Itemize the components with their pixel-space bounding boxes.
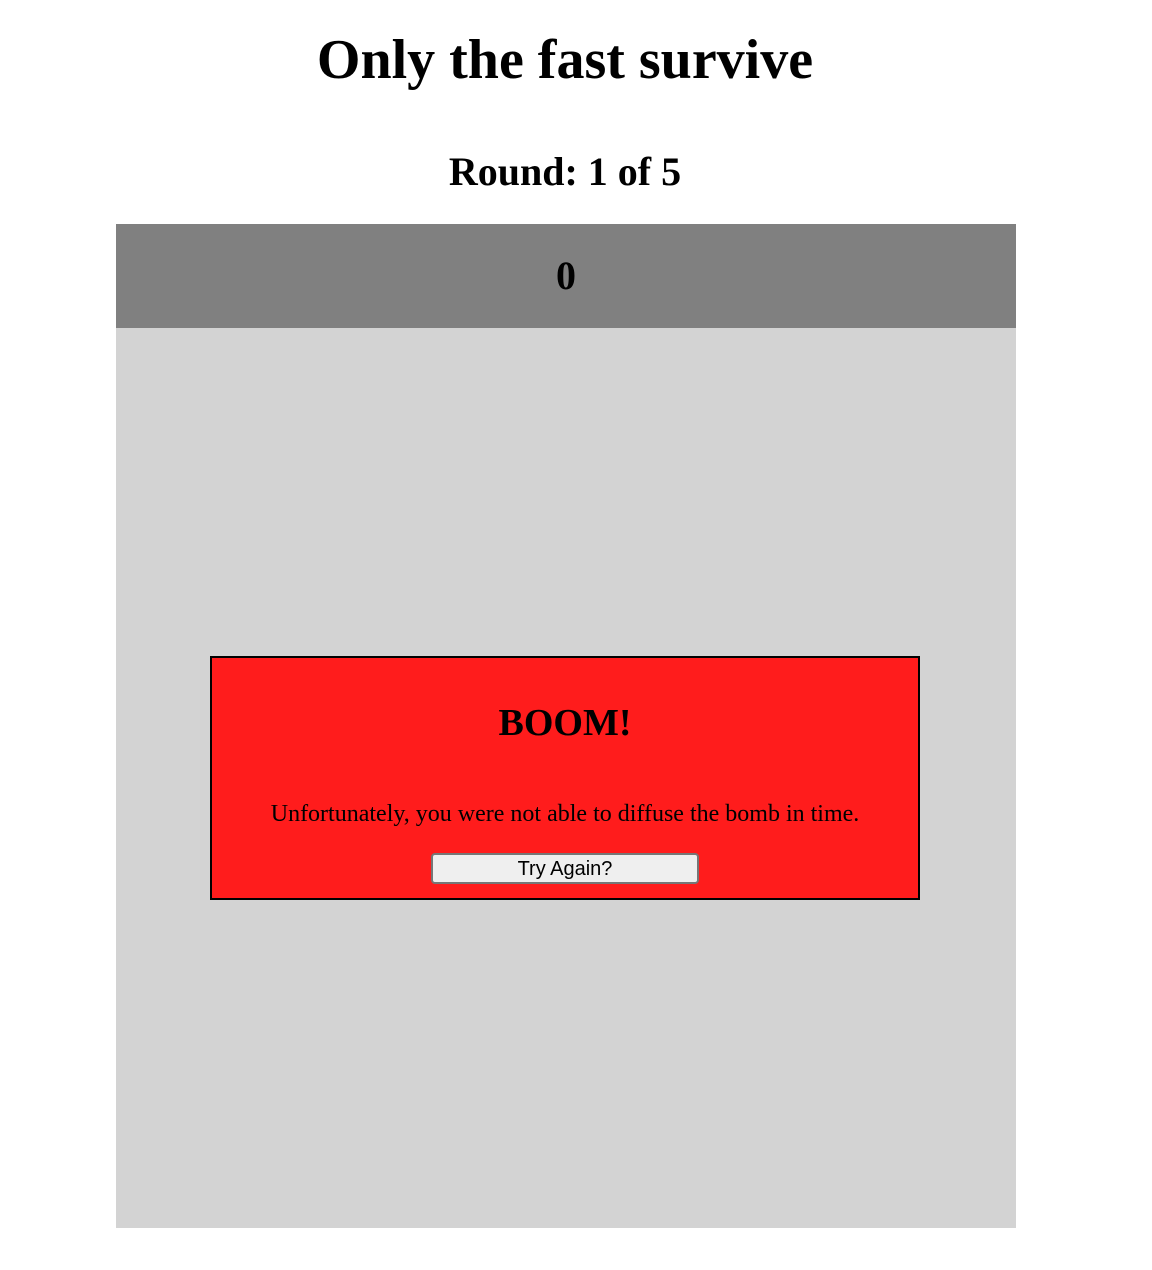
try-again-button[interactable]: Try Again? [431, 853, 699, 884]
boom-dialog: BOOM! Unfortunately, you were not able t… [210, 656, 920, 900]
timer-bar: 0 [116, 224, 1016, 328]
dialog-title: BOOM! [498, 702, 632, 744]
page-title: Only the fast survive [316, 29, 814, 91]
game-area: 0 BOOM! Unfortunately, you were not able… [116, 224, 1016, 1228]
round-indicator: Round: 1 of 5 [448, 149, 682, 194]
dialog-message: Unfortunately, you were not able to diff… [270, 801, 860, 827]
timer-value: 0 [556, 253, 576, 298]
